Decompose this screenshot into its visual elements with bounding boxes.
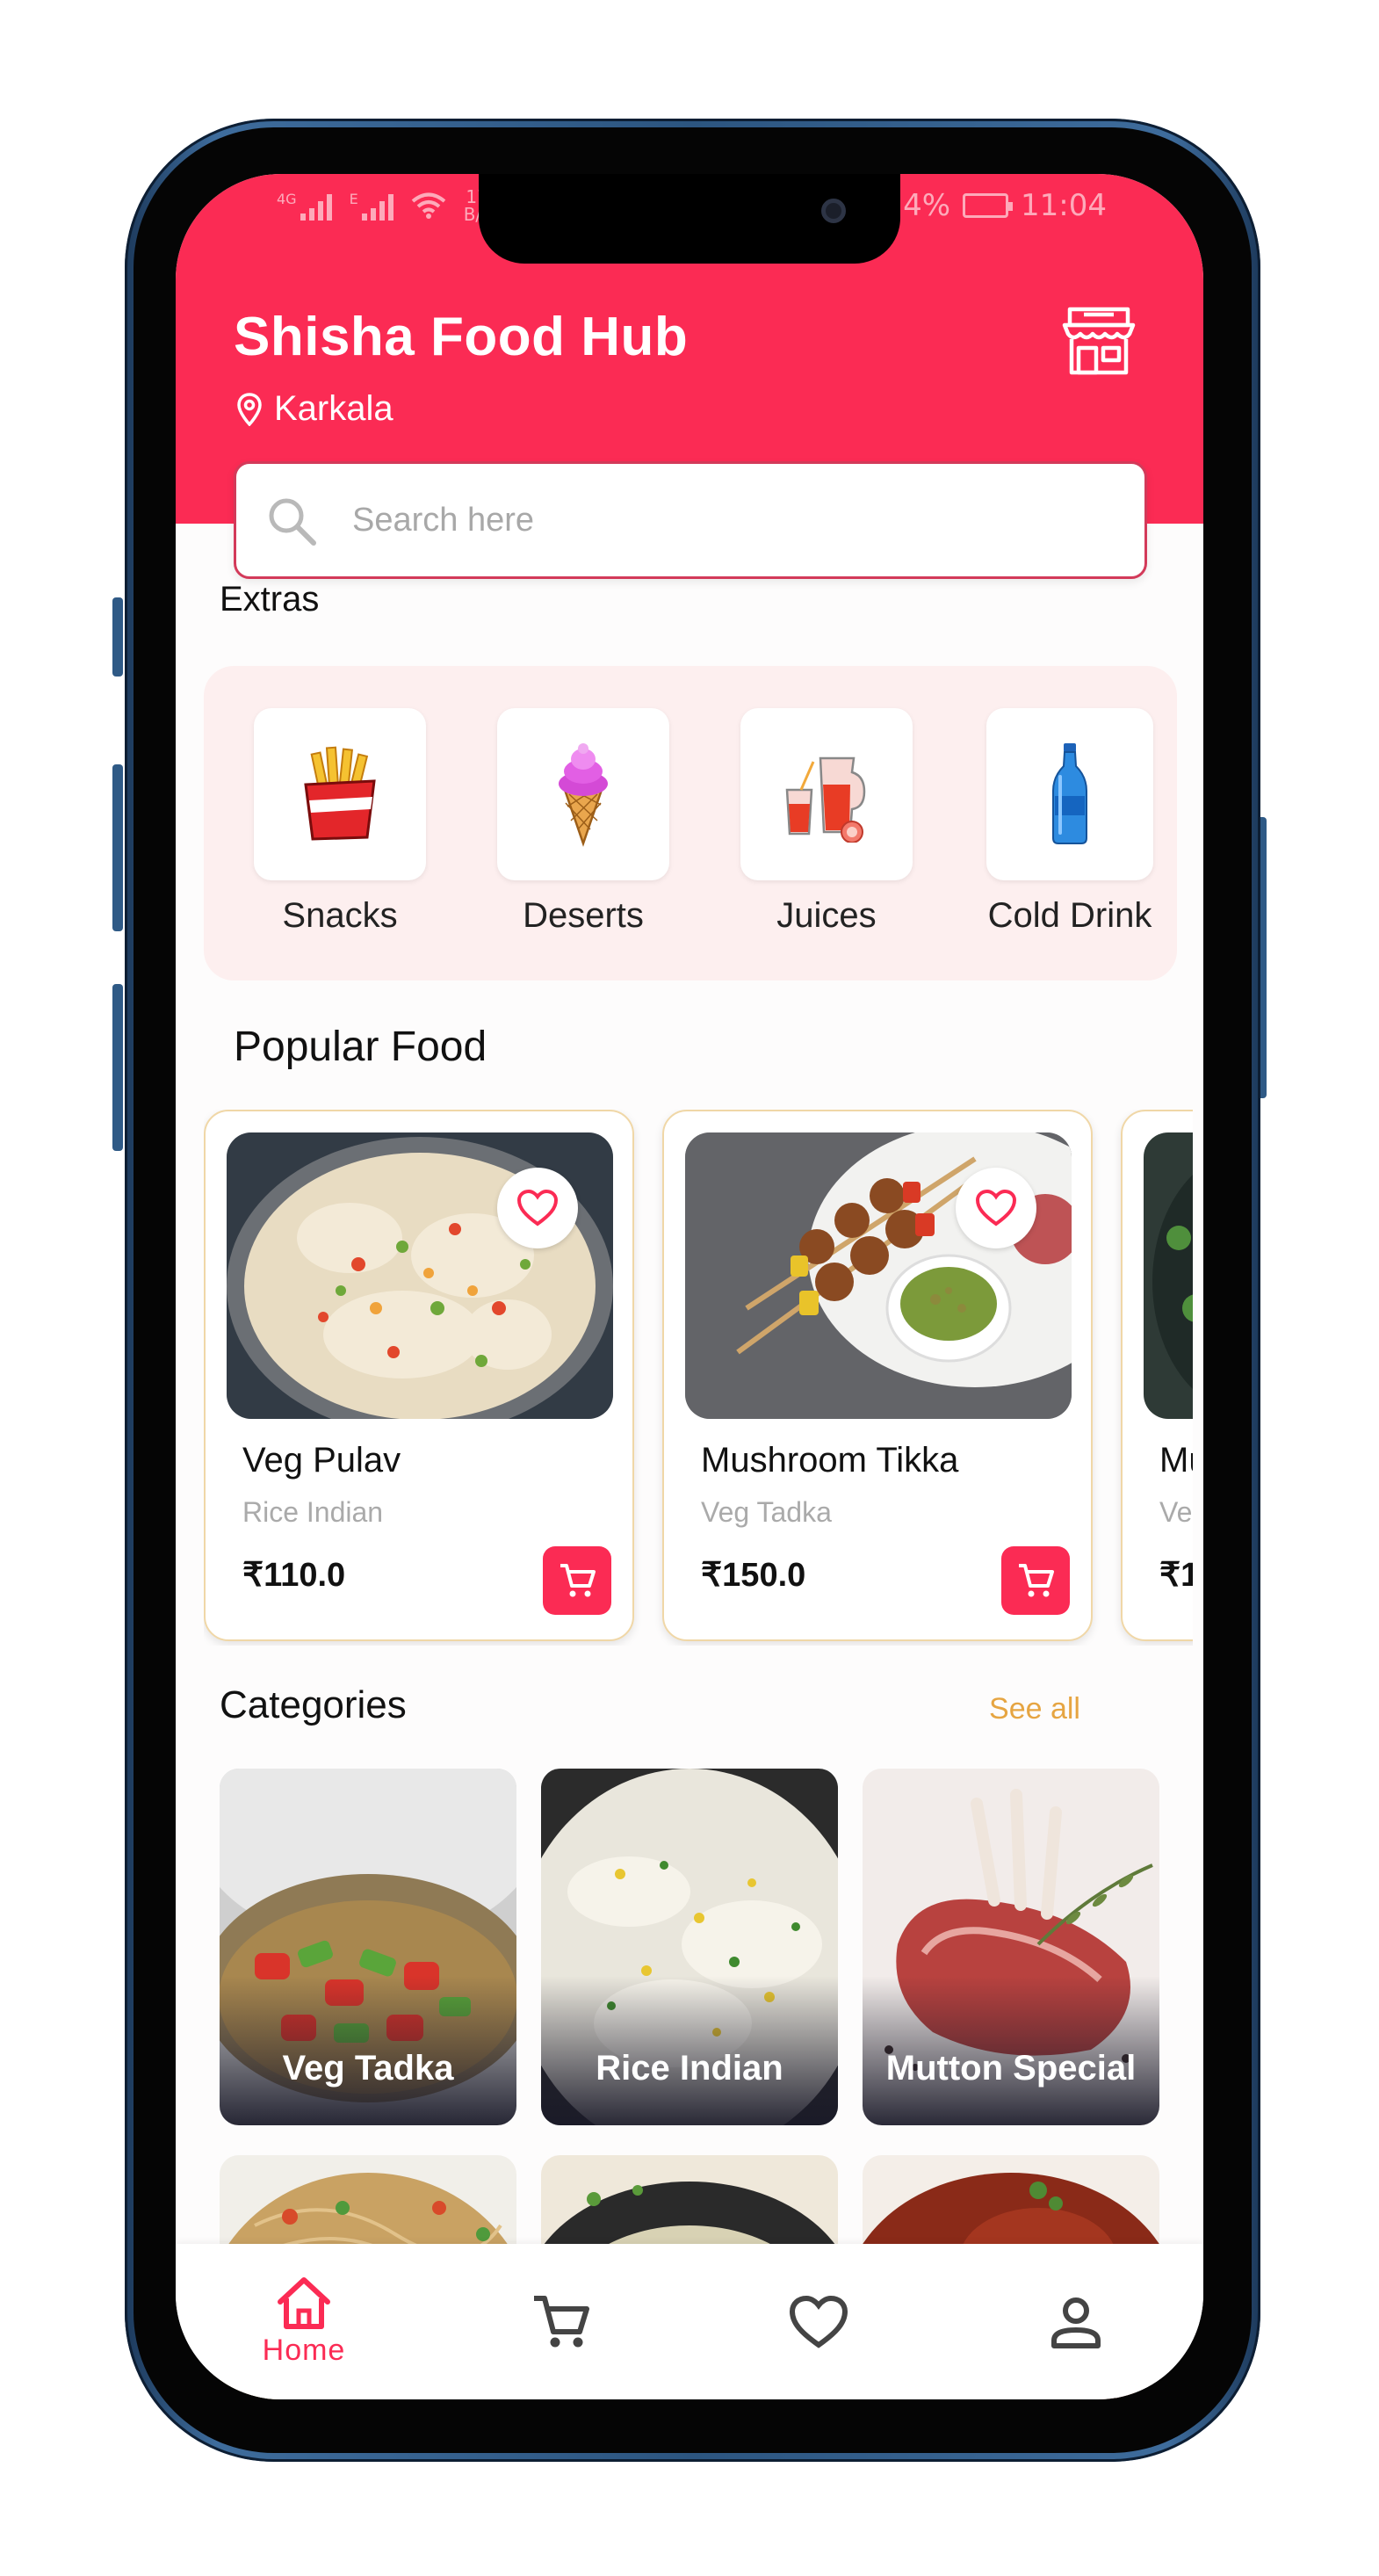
category-label: Mutton Special [885,2049,1137,2088]
food-name: Mushroom Tikka [701,1441,959,1480]
app-title: Shisha Food Hub [234,307,689,367]
category-label: Veg Tadka [282,2049,454,2088]
favorite-button[interactable] [956,1168,1036,1248]
food-image [1144,1132,1193,1419]
status-time: 11:04 [1021,188,1107,223]
battery-icon [963,193,1014,218]
location-row[interactable]: Karkala [237,389,393,429]
extras-title: Extras [220,580,320,619]
food-name: Veg Pulav [242,1441,401,1480]
food-card-veg-pulav[interactable]: Veg Pulav Rice Indian ₹110.0 [204,1110,634,1641]
person-icon [1051,2297,1101,2348]
popular-food-list: Veg Pulav Rice Indian ₹110.0 Mushroom Ti… [204,1110,1193,1646]
add-to-cart-button[interactable] [1001,1546,1070,1615]
food-card-partial[interactable]: Mu Ve ₹1 [1121,1110,1193,1641]
nav-cart[interactable] [473,2244,649,2399]
category-label: Rice Indian [596,2049,783,2088]
volume-down-button [112,984,123,1151]
cart-icon [534,2295,589,2347]
mute-switch [112,597,123,677]
food-image [685,1132,1072,1419]
extra-item-juices[interactable]: Juices [739,708,914,936]
extra-label: Juices [776,896,877,935]
search-icon [269,498,316,546]
see-all-link[interactable]: See all [989,1692,1080,1726]
camera-icon [821,199,846,223]
store-icon[interactable] [1061,302,1137,378]
signal-icon [300,191,332,221]
volume-up-button [112,764,123,931]
cart-icon [560,1564,596,1597]
app-screen: 4G E 17 B/s 4% 11:04 Shisha Food Hub Kar… [176,174,1203,2399]
nav-profile[interactable] [988,2244,1164,2399]
camera-notch [479,174,900,264]
bottom-navigation: Home [176,2244,1203,2399]
bottle-icon [1052,743,1087,844]
extra-item-snacks[interactable]: Snacks [252,708,428,936]
food-category: Veg Tadka [701,1496,832,1528]
juice-jug-icon [785,756,866,843]
ice-cream-icon [559,743,608,847]
location-label: Karkala [274,389,393,428]
extra-label: Snacks [282,896,398,935]
status-bar-left: 4G E 17 B/s [277,188,491,223]
extra-item-deserts[interactable]: Deserts [495,708,671,936]
food-card-mushroom-tikka[interactable]: Mushroom Tikka Veg Tadka ₹150.0 [662,1110,1093,1641]
categories-title: Categories [220,1683,407,1726]
food-name: Mu [1159,1441,1193,1480]
extra-item-cold-drink[interactable]: Cold Drink [982,708,1158,936]
extras-list: Snacks Deserts Juices Cold Drink [204,666,1177,980]
heart-icon [516,1189,559,1226]
food-price: ₹110.0 [242,1557,346,1594]
location-pin-icon [237,392,262,426]
add-to-cart-button[interactable] [543,1546,611,1615]
nav-home[interactable]: Home [216,2244,392,2399]
search-bar[interactable] [234,461,1147,579]
category-tile-veg-tadka[interactable]: Veg Tadka [220,1769,516,2125]
wifi-icon [411,192,445,219]
status-bar-right: 4% 11:04 [903,188,1107,223]
food-image [227,1132,613,1419]
fries-icon [304,746,376,841]
extra-label: Deserts [523,896,644,935]
food-category: Rice Indian [242,1496,384,1528]
food-category: Ve [1159,1496,1193,1528]
battery-percent: 4% [903,188,951,223]
nav-favorites[interactable] [731,2244,906,2399]
category-tile-mutton-special[interactable]: Mutton Special [863,1769,1159,2125]
food-price: ₹150.0 [701,1557,806,1594]
extra-label: Cold Drink [987,896,1152,935]
cart-icon [1019,1564,1054,1597]
search-input[interactable] [350,500,1053,540]
heart-icon [975,1189,1017,1226]
favorite-button[interactable] [497,1168,578,1248]
heart-icon [789,2295,848,2348]
food-price: ₹1 [1159,1557,1193,1594]
signal-icon-2 [361,191,393,221]
popular-food-title: Popular Food [234,1024,487,1070]
nav-home-label: Home [262,2334,346,2367]
network-type-label-2: E [349,191,358,207]
network-type-label: 4G [277,191,297,207]
category-tile-rice-indian[interactable]: Rice Indian [541,1769,838,2125]
home-icon [278,2277,330,2329]
